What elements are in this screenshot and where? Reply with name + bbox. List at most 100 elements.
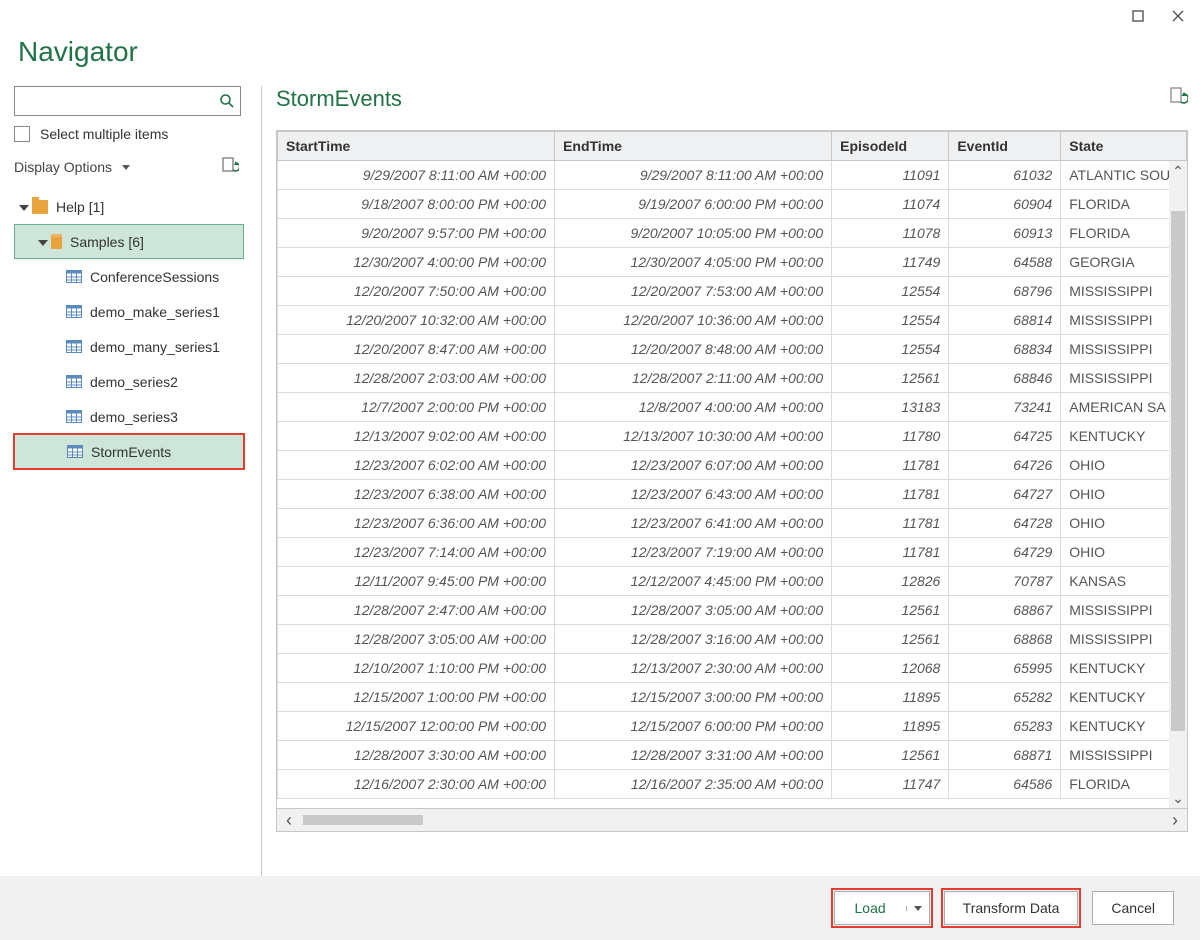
cell: 9/20/2007 9:57:00 PM +00:00 [278,219,555,248]
table-row[interactable]: 12/7/2007 2:00:00 PM +00:0012/8/2007 4:0… [278,393,1187,422]
table-row[interactable]: 9/29/2007 8:11:00 AM +00:009/29/2007 8:1… [278,161,1187,190]
column-header[interactable]: EventId [949,132,1061,161]
load-button[interactable]: Load [834,891,930,925]
cell: 12/15/2007 6:00:00 PM +00:00 [555,712,832,741]
cell: 12/13/2007 2:30:00 AM +00:00 [555,654,832,683]
table-row[interactable]: 12/16/2007 2:30:00 AM +00:0012/16/2007 2… [278,770,1187,799]
column-header[interactable]: EndTime [555,132,832,161]
table-icon [66,270,82,283]
column-header[interactable]: StartTime [278,132,555,161]
select-multiple-label: Select multiple items [40,126,168,142]
cell: 68871 [949,741,1061,770]
tree-table-demo_make_series1[interactable]: demo_make_series1 [14,294,244,329]
cell: 11074 [832,190,949,219]
cell: 9/18/2007 8:00:00 PM +00:00 [278,190,555,219]
table-row[interactable]: 12/23/2007 7:14:00 AM +00:0012/23/2007 7… [278,538,1187,567]
horizontal-scrollbar[interactable]: ‹ › [277,808,1187,831]
cell: 11781 [832,451,949,480]
refresh-icon[interactable] [221,156,239,177]
tree-table-conferencesessions[interactable]: ConferenceSessions [14,259,244,294]
preview-grid: StartTimeEndTimeEpisodeIdEventIdState 9/… [276,130,1188,832]
cell: OHIO [1061,480,1187,509]
checkbox-icon[interactable] [14,126,30,142]
table-row[interactable]: 12/23/2007 6:02:00 AM +00:0012/23/2007 6… [278,451,1187,480]
expand-icon[interactable] [35,239,51,245]
tree-table-demo_series2[interactable]: demo_series2 [14,364,244,399]
cancel-button[interactable]: Cancel [1092,891,1174,925]
scroll-right-icon[interactable]: › [1163,810,1187,831]
close-icon[interactable] [1164,2,1192,30]
page-title: Navigator [0,32,1200,86]
cell: 12554 [832,306,949,335]
table-row[interactable]: 12/23/2007 6:38:00 AM +00:0012/23/2007 6… [278,480,1187,509]
cell: 68868 [949,625,1061,654]
load-dropdown[interactable] [906,906,929,911]
scrollbar-thumb[interactable] [1171,211,1185,731]
cell: KENTUCKY [1061,712,1187,741]
maximize-icon[interactable] [1124,2,1152,30]
table-row[interactable]: 12/28/2007 3:05:00 AM +00:0012/28/2007 3… [278,625,1187,654]
cell: 12554 [832,335,949,364]
table-row[interactable]: 12/20/2007 10:32:00 AM +00:0012/20/2007 … [278,306,1187,335]
table-row[interactable]: 12/15/2007 12:00:00 PM +00:0012/15/2007 … [278,712,1187,741]
cell: 12/28/2007 2:47:00 AM +00:00 [278,596,555,625]
table-row[interactable]: 9/18/2007 8:00:00 PM +00:009/19/2007 6:0… [278,190,1187,219]
cell: MISSISSIPPI [1061,335,1187,364]
cell: 12/23/2007 6:38:00 AM +00:00 [278,480,555,509]
cell: 64725 [949,422,1061,451]
cell: 12/15/2007 3:00:00 PM +00:00 [555,683,832,712]
nav-tree: Help [1] Samples [6] ConferenceSessions d… [14,189,255,469]
cell: 12/20/2007 10:36:00 AM +00:00 [555,306,832,335]
expand-icon[interactable] [16,204,32,210]
cell: FLORIDA [1061,190,1187,219]
tree-label: demo_many_series1 [90,339,220,355]
table-row[interactable]: 12/15/2007 1:00:00 PM +00:0012/15/2007 3… [278,683,1187,712]
cell: 12/15/2007 12:00:00 PM +00:00 [278,712,555,741]
table-row[interactable]: 9/20/2007 9:57:00 PM +00:009/20/2007 10:… [278,219,1187,248]
preview-refresh-icon[interactable] [1168,86,1188,112]
load-button-label: Load [835,900,906,916]
tree-table-demo_series3[interactable]: demo_series3 [14,399,244,434]
tree-table-demo_many_series1[interactable]: demo_many_series1 [14,329,244,364]
tree-db-samples[interactable]: Samples [6] [14,224,244,259]
table-row[interactable]: 12/20/2007 8:47:00 AM +00:0012/20/2007 8… [278,335,1187,364]
tree-folder-help[interactable]: Help [1] [14,189,244,224]
table-row[interactable]: 12/10/2007 1:10:00 PM +00:0012/13/2007 2… [278,654,1187,683]
cell: 12/20/2007 7:53:00 AM +00:00 [555,277,832,306]
tree-label: ConferenceSessions [90,269,219,285]
search-icon[interactable] [214,93,240,109]
cell: 9/20/2007 10:05:00 PM +00:00 [555,219,832,248]
table-row[interactable]: 12/23/2007 6:36:00 AM +00:0012/23/2007 6… [278,509,1187,538]
cell: 12/30/2007 4:05:00 PM +00:00 [555,248,832,277]
table-row[interactable]: 12/28/2007 3:30:00 AM +00:0012/28/2007 3… [278,741,1187,770]
cell: AMERICAN SA [1061,393,1187,422]
display-options[interactable]: Display Options [14,159,130,175]
cell: 68834 [949,335,1061,364]
table-row[interactable]: 12/28/2007 2:03:00 AM +00:0012/28/2007 2… [278,364,1187,393]
vertical-scrollbar[interactable]: ⌃ ⌄ [1169,161,1187,808]
cell: 12/23/2007 6:02:00 AM +00:00 [278,451,555,480]
transform-data-button[interactable]: Transform Data [944,891,1079,925]
table-row[interactable]: 12/20/2007 7:50:00 AM +00:0012/20/2007 7… [278,277,1187,306]
table-icon [66,410,82,423]
scrollbar-thumb[interactable] [303,815,423,825]
search-input[interactable] [15,93,214,109]
tree-table-stormevents[interactable]: StormEvents [14,434,244,469]
table-row[interactable]: 12/28/2007 2:47:00 AM +00:0012/28/2007 3… [278,596,1187,625]
tree-count: [1] [89,199,105,215]
table-row[interactable]: 12/13/2007 9:02:00 AM +00:0012/13/2007 1… [278,422,1187,451]
cell: 12/13/2007 10:30:00 AM +00:00 [555,422,832,451]
column-header[interactable]: EpisodeId [832,132,949,161]
cell: 12/15/2007 1:00:00 PM +00:00 [278,683,555,712]
select-multiple-row[interactable]: Select multiple items [14,126,255,142]
cell: 12/16/2007 2:35:00 AM +00:00 [555,770,832,799]
cell: 64726 [949,451,1061,480]
column-header[interactable]: State [1061,132,1187,161]
tree-label: demo_make_series1 [90,304,220,320]
table-row[interactable]: 12/11/2007 9:45:00 PM +00:0012/12/2007 4… [278,567,1187,596]
scroll-down-icon[interactable]: ⌄ [1169,788,1187,808]
table-row[interactable]: 12/30/2007 4:00:00 PM +00:0012/30/2007 4… [278,248,1187,277]
scroll-left-icon[interactable]: ‹ [277,810,301,831]
cell: MISSISSIPPI [1061,625,1187,654]
scroll-up-icon[interactable]: ⌃ [1169,161,1187,181]
